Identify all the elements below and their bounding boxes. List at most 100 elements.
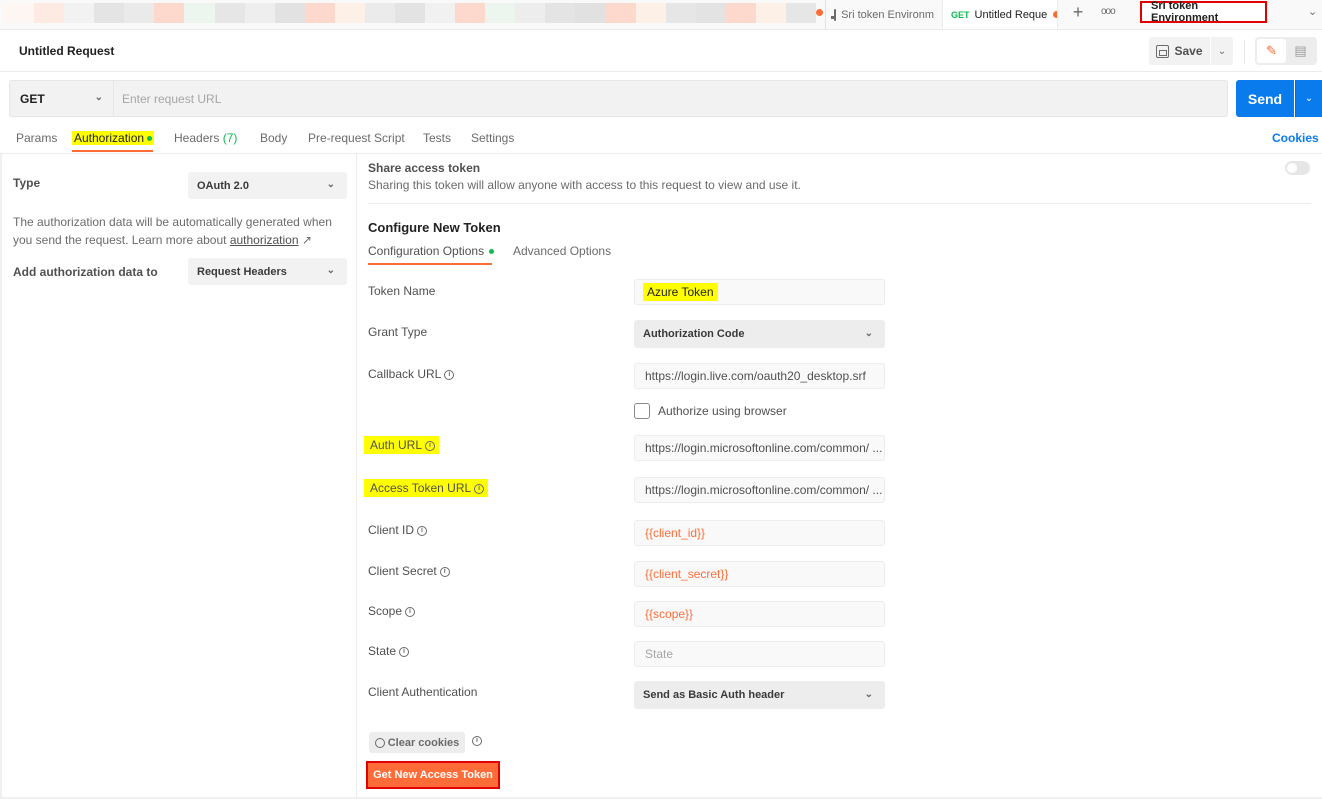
save-button[interactable]: Save	[1149, 37, 1210, 65]
url-bar: GET ⌄	[9, 80, 1228, 117]
authorization-link[interactable]: authorization	[230, 233, 299, 247]
client-secret-input[interactable]: {{client_secret}}	[634, 561, 885, 587]
unsaved-indicator	[1053, 11, 1057, 18]
request-title[interactable]: Untitled Request	[19, 44, 114, 58]
method-value: GET	[20, 91, 45, 106]
method-select[interactable]: GET ⌄	[10, 81, 114, 116]
chevron-down-icon[interactable]: ⌄	[1308, 5, 1317, 18]
more-tabs-icon[interactable]: ooo	[1101, 6, 1116, 17]
status-dot	[489, 249, 495, 255]
tab-authorization[interactable]: Authorization	[72, 131, 155, 145]
tab-headers[interactable]: Headers (7)	[174, 131, 237, 145]
client-auth-label: Client Authentication	[368, 685, 478, 699]
client-auth-select[interactable]: Send as Basic Auth header ⌄	[634, 681, 885, 709]
share-token-toggle[interactable]	[1285, 161, 1310, 175]
chevron-down-icon: ⌄	[326, 179, 335, 190]
auth-url-input[interactable]: https://login.microsoftonline.com/common…	[634, 435, 885, 461]
tab-label: Sri token Environm	[841, 8, 934, 21]
auth-type-select[interactable]: OAuth 2.0 ⌄	[188, 172, 347, 199]
tab-label: Untitled Reque	[974, 8, 1048, 21]
grant-type-value: Authorization Code	[643, 328, 745, 340]
status-dot	[147, 136, 153, 142]
client-id-label: Client ID i	[368, 523, 428, 537]
authorize-browser-checkbox[interactable]	[634, 403, 650, 419]
tab-pre-request-script[interactable]: Pre-request Script	[308, 131, 405, 145]
send-button[interactable]: Send	[1236, 80, 1294, 117]
info-icon[interactable]: i	[444, 369, 455, 380]
auth-type-value: OAuth 2.0	[197, 179, 249, 192]
send-options-button[interactable]: ⌄	[1295, 80, 1322, 117]
tab-label: Authorization	[74, 131, 145, 145]
client-auth-value: Send as Basic Auth header	[643, 689, 785, 701]
environment-selector[interactable]: Sri token Environment	[1140, 0, 1267, 24]
state-label: State i	[368, 644, 410, 658]
share-token-title: Share access token	[368, 161, 481, 175]
add-to-label: Add authorization data to	[13, 265, 158, 279]
save-icon	[1156, 44, 1170, 58]
comment-icon[interactable]: ▤	[1286, 39, 1315, 63]
configure-token-title: Configure New Token	[368, 220, 501, 235]
subtab-advanced-options[interactable]: Advanced Options	[513, 244, 611, 258]
grant-type-label: Grant Type	[368, 325, 428, 339]
state-input[interactable]: State	[634, 641, 885, 667]
access-token-url-input[interactable]: https://login.microsoftonline.com/common…	[634, 477, 885, 503]
info-icon[interactable]: i	[439, 566, 450, 577]
cookies-link[interactable]: Cookies	[1272, 131, 1319, 145]
info-icon[interactable]: i	[399, 646, 410, 657]
info-icon[interactable]: i	[405, 606, 416, 617]
tab-body[interactable]: Body	[260, 131, 287, 145]
cookie-icon	[374, 737, 385, 748]
client-secret-label: Client Secret i	[368, 564, 450, 578]
info-icon[interactable]: i	[474, 483, 485, 494]
divider	[368, 203, 1311, 204]
chevron-down-icon: ⌄	[864, 689, 873, 700]
divider	[1244, 40, 1245, 64]
info-icon[interactable]: i	[417, 525, 428, 536]
oauth-config-panel: Share access token Sharing this token wi…	[358, 154, 1322, 799]
new-tab-icon[interactable]: +	[1068, 2, 1088, 23]
add-to-value: Request Headers	[197, 265, 287, 278]
type-label: Type	[13, 176, 41, 190]
active-tab-indicator	[72, 150, 153, 152]
token-name-label: Token Name	[368, 284, 436, 298]
url-input[interactable]	[114, 81, 1227, 116]
subtab-label: Configuration Options	[368, 244, 485, 258]
external-link-icon: ↗	[301, 233, 312, 247]
tab-label: Headers	[174, 131, 220, 145]
client-id-input[interactable]: {{client_id}}	[634, 520, 885, 546]
headers-count: (7)	[222, 131, 238, 145]
auth-type-panel: Type OAuth 2.0 ⌄ The authorization data …	[0, 154, 357, 799]
chevron-down-icon: ⌄	[326, 265, 335, 276]
active-subtab-indicator	[368, 263, 492, 265]
token-name-input[interactable]: Azure Token	[634, 279, 885, 305]
info-icon[interactable]: i	[425, 440, 436, 451]
subtab-configuration-options[interactable]: Configuration Options	[368, 244, 495, 258]
request-header: Untitled Request Save ⌄ ✎ ▤	[0, 30, 1322, 72]
view-toggle: ✎ ▤	[1255, 37, 1317, 65]
auth-url-label: Auth URL i	[364, 436, 440, 454]
edit-icon[interactable]: ✎	[1257, 39, 1286, 63]
callback-url-input[interactable]: https://login.live.com/oauth20_desktop.s…	[634, 363, 885, 389]
scope-input[interactable]: {{scope}}	[634, 601, 885, 627]
tab-tests[interactable]: Tests	[423, 131, 451, 145]
unsaved-indicator	[816, 9, 823, 16]
tab-untitled-request[interactable]: GET Untitled Reque	[942, 0, 1058, 29]
tab-environment[interactable]: Sri token Environm	[825, 0, 942, 29]
get-new-access-token-button[interactable]: Get New Access Token	[366, 761, 500, 789]
save-options-button[interactable]: ⌄	[1211, 37, 1233, 65]
access-token-url-label: Access Token URL i	[364, 479, 489, 497]
chevron-down-icon: ⌄	[864, 328, 873, 339]
tab-settings[interactable]: Settings	[471, 131, 514, 145]
grant-type-select[interactable]: Authorization Code ⌄	[634, 320, 885, 348]
environment-icon	[830, 8, 837, 21]
blurred-tabs	[4, 3, 817, 23]
callback-url-label: Callback URL i	[368, 367, 455, 381]
clear-cookies-button[interactable]: Clear cookies	[369, 732, 465, 753]
add-to-select[interactable]: Request Headers ⌄	[188, 258, 347, 285]
save-label: Save	[1174, 44, 1203, 58]
authorize-browser-label[interactable]: Authorize using browser	[658, 404, 787, 418]
tab-params[interactable]: Params	[16, 131, 57, 145]
info-icon[interactable]: i	[472, 736, 482, 746]
scope-label: Scope i	[368, 604, 416, 618]
request-tabs: Params Authorization Headers (7) Body Pr…	[0, 124, 1322, 154]
